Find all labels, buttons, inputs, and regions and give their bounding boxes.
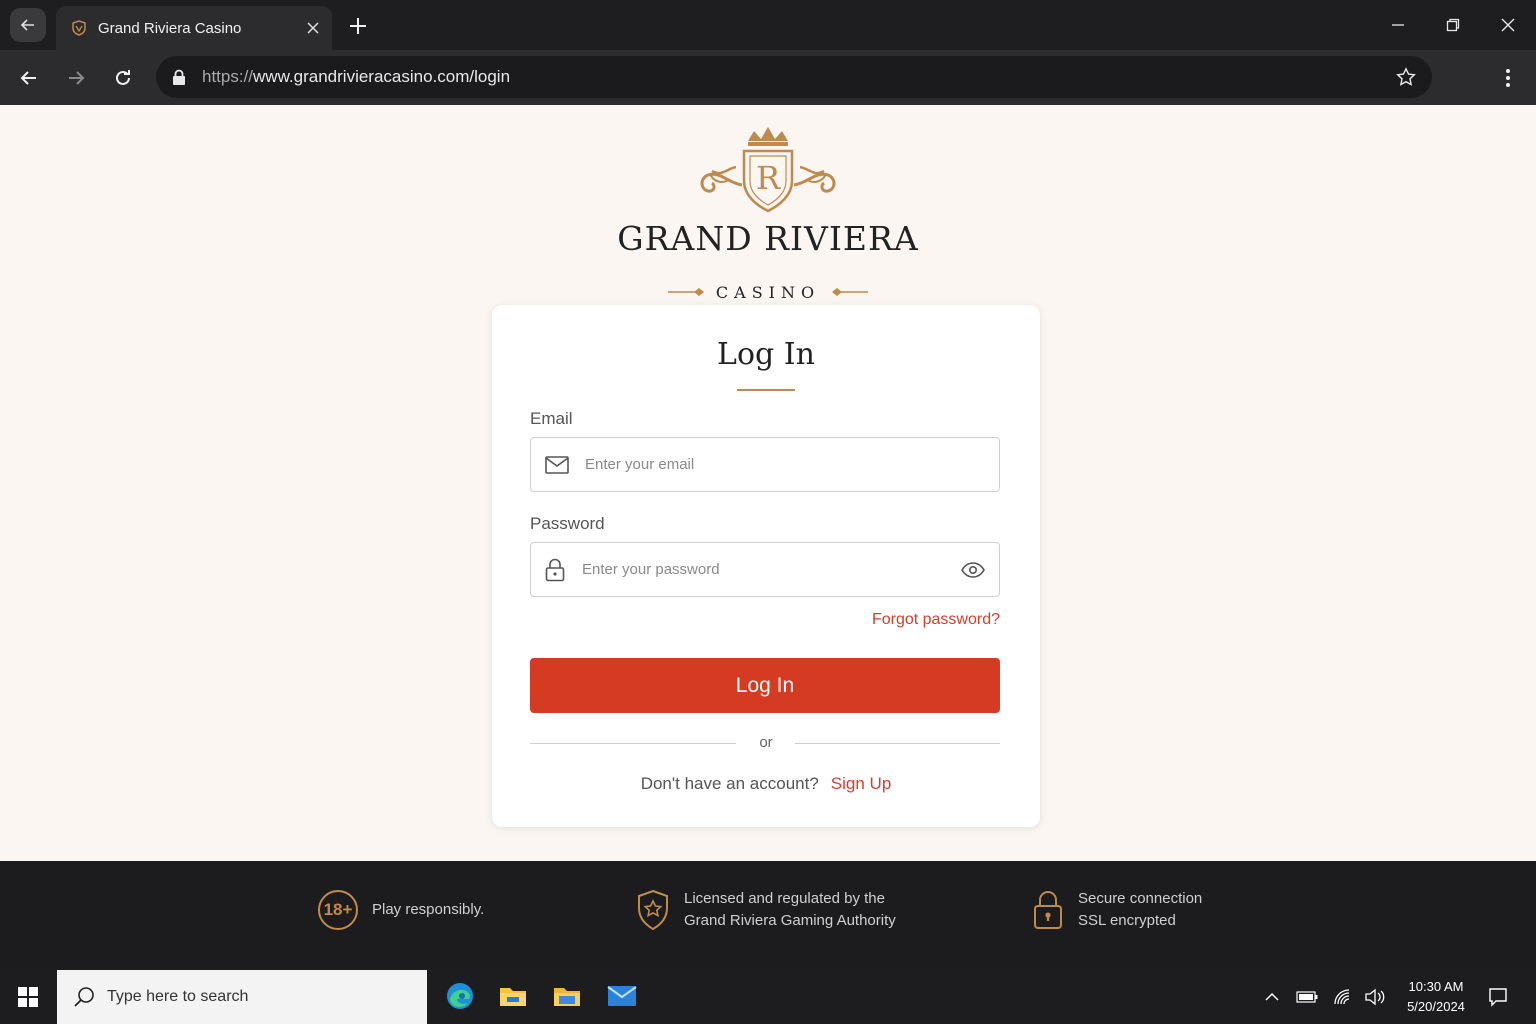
or-text: or	[759, 734, 773, 751]
title-underline	[737, 389, 795, 391]
license-line-1: Licensed and regulated by the	[684, 890, 885, 907]
minimize-icon	[1392, 24, 1404, 26]
secure-item: Secure connection SSL encrypted	[1032, 888, 1202, 932]
network-status[interactable]	[1331, 985, 1355, 1009]
brand-monogram: R	[755, 159, 781, 197]
brand-logo: R GRAND RIVIERA CASINO	[610, 123, 926, 302]
kebab-menu-icon	[1506, 69, 1510, 87]
system-clock[interactable]: 10:30 AM 5/20/2024	[1396, 977, 1476, 1017]
tab-search-button[interactable]	[10, 8, 46, 42]
no-account-text: Don't have an account?	[640, 774, 819, 793]
secure-line-2: SSL encrypted	[1078, 912, 1176, 929]
brand-name: GRAND RIVIERA	[617, 219, 919, 258]
close-tab-icon[interactable]	[306, 21, 320, 35]
brand-subtitle: CASINO	[715, 282, 821, 302]
license-item: Licensed and regulated by the Grand Rivi…	[636, 888, 896, 932]
lock-icon	[173, 69, 185, 85]
clock-time: 10:30 AM	[1408, 979, 1464, 994]
shield-star-icon	[638, 889, 668, 931]
ornament-left-icon	[667, 288, 704, 296]
file-manager-app[interactable]	[550, 979, 584, 1013]
padlock-icon	[1034, 891, 1062, 929]
minimize-button[interactable]	[1383, 10, 1413, 40]
close-window-button[interactable]	[1493, 10, 1523, 40]
star-icon[interactable]	[1396, 67, 1416, 87]
age-18-icon: 18+	[318, 890, 358, 930]
arrow-left-icon	[20, 71, 36, 85]
license-line-2: Grand Riviera Gaming Authority	[684, 912, 896, 929]
responsible-gaming-item: 18+ Play responsibly.	[318, 890, 484, 930]
notification-icon	[1489, 988, 1507, 1007]
padlock-icon	[545, 558, 565, 581]
signup-link[interactable]: Sign Up	[831, 774, 891, 793]
login-card: Log In Email Enter your email Password E…	[492, 305, 1040, 827]
restore-button[interactable]	[1438, 10, 1468, 40]
new-tab-button[interactable]	[344, 12, 372, 40]
windows-taskbar: Type here to search 10:30 AM 5/20/2024	[0, 969, 1536, 1024]
folder-blue-icon	[554, 988, 580, 1006]
mail-icon	[607, 986, 637, 1006]
reload-button[interactable]	[107, 62, 139, 94]
taskbar-search[interactable]: Type here to search	[57, 970, 427, 1024]
site-footer: 18+ Play responsibly. Licensed and regul…	[0, 861, 1536, 969]
wifi-icon	[1334, 989, 1350, 1005]
password-field[interactable]: Enter your password	[530, 542, 1000, 597]
close-icon	[1501, 18, 1515, 32]
login-button[interactable]: Log In	[530, 658, 1000, 713]
arrow-right-icon	[69, 71, 85, 85]
password-placeholder[interactable]: Enter your password	[582, 561, 961, 578]
secure-line-1: Secure connection	[1078, 890, 1203, 907]
arrow-left-icon	[20, 19, 34, 31]
url-text[interactable]: https://www.grandrivieracasino.com/login	[202, 67, 1396, 87]
envelope-icon	[545, 455, 569, 474]
tray-overflow-button[interactable]	[1260, 985, 1284, 1009]
folder-icon	[500, 988, 526, 1006]
signup-row: Don't have an account? Sign Up	[492, 774, 1040, 794]
edge-app[interactable]	[443, 979, 477, 1013]
browser-toolbar: https://www.grandrivieracasino.com/login	[0, 50, 1536, 105]
eye-icon[interactable]	[961, 561, 985, 578]
responsible-text: Play responsibly.	[372, 901, 485, 918]
password-label: Password	[530, 514, 605, 533]
tab-title: Grand Riviera Casino	[98, 19, 242, 37]
email-placeholder[interactable]: Enter your email	[585, 456, 985, 473]
chevron-up-icon	[1265, 992, 1279, 1001]
volume-control[interactable]	[1364, 985, 1388, 1009]
file-explorer-app[interactable]	[496, 979, 530, 1013]
back-button[interactable]	[13, 62, 45, 94]
search-icon	[74, 987, 94, 1007]
brand-subtitle-row: CASINO	[610, 281, 926, 303]
clock-date: 5/20/2024	[1407, 999, 1465, 1014]
forgot-password-link[interactable]: Forgot password?	[872, 611, 1000, 629]
mail-app[interactable]	[605, 979, 639, 1013]
battery-status[interactable]	[1295, 985, 1319, 1009]
login-title: Log In	[717, 337, 815, 372]
ornament-right-icon	[832, 288, 869, 296]
forward-button[interactable]	[60, 62, 92, 94]
email-field[interactable]: Enter your email	[530, 437, 1000, 492]
reload-icon	[116, 70, 130, 85]
edge-icon	[447, 983, 473, 1009]
windows-logo-icon	[18, 986, 38, 1007]
notifications-button[interactable]	[1486, 985, 1510, 1009]
restore-icon	[1446, 18, 1460, 32]
speaker-icon	[1365, 988, 1385, 1006]
plus-icon	[350, 18, 366, 34]
start-button[interactable]	[0, 969, 56, 1024]
browser-tab-bar: Grand Riviera Casino	[0, 0, 1536, 50]
tab-grand-riviera[interactable]: Grand Riviera Casino	[56, 6, 332, 50]
shield-favicon-icon	[72, 20, 86, 36]
battery-icon	[1296, 991, 1318, 1003]
page-content: R GRAND RIVIERA CASINO Log In Email Ente…	[0, 105, 1536, 861]
email-label: Email	[530, 409, 573, 428]
address-bar[interactable]: https://www.grandrivieracasino.com/login	[156, 56, 1432, 98]
search-placeholder[interactable]: Type here to search	[107, 988, 248, 1006]
menu-button[interactable]	[1492, 62, 1524, 94]
